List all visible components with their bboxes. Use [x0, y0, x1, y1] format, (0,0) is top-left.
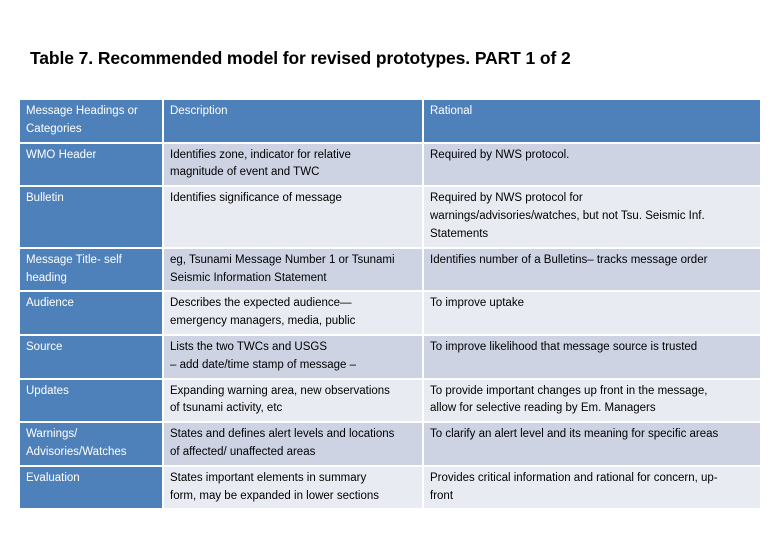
cell-description-line-2: Seismic Information Statement: [170, 271, 327, 284]
cell-rational: Provides critical information and ration…: [424, 466, 760, 509]
cell-rational-line-1: Provides critical information and ration…: [430, 471, 718, 484]
cell-rational: To clarify an alert level and its meanin…: [424, 423, 760, 465]
cell-category: Warnings/Advisories/Watches: [20, 423, 162, 465]
cell-description-line-2: form, may be expanded in lower sections: [170, 489, 380, 502]
cell-rational-line-3: Statements: [430, 227, 489, 240]
cell-description-line-2: of affected/ unaffected areas: [170, 446, 316, 458]
cell-rational-line-1: To improve likelihood that message sourc…: [430, 340, 698, 353]
cell-rational: To improve likelihood that message sourc…: [424, 335, 760, 378]
column-header-rational-line-1: Rational: [430, 105, 473, 117]
cell-category: Audience: [20, 292, 162, 334]
cell-rational-line-2: front: [430, 489, 454, 502]
cell-rational-line-1: To improve uptake: [430, 297, 524, 310]
cell-description-line-1: Identifies significance of message: [170, 192, 342, 205]
slide-canvas: Table 7. Recommended model for revised p…: [0, 0, 780, 540]
cell-description-line-1: Describes the expected audience—: [170, 297, 352, 310]
recommended-model-table-container: Message Headings or Categories Descripti…: [18, 98, 762, 510]
table-header: Message Headings or Categories Descripti…: [20, 100, 760, 142]
cell-rational-line-1: To clarify an alert level and its meanin…: [430, 428, 719, 441]
cell-rational-line-2: warnings/advisories/watches, but not Tsu…: [430, 210, 705, 223]
cell-rational: Identifies number of a Bulletins– tracks…: [424, 248, 760, 291]
table-row: Bulletin Identifies significance of messa…: [20, 187, 760, 247]
cell-rational: To provide important changes up front in…: [424, 379, 760, 422]
page-title: Table 7. Recommended model for revised p…: [30, 48, 571, 68]
cell-category: Updates: [20, 379, 162, 422]
cell-category: Bulletin: [20, 187, 162, 247]
cell-description: States important elements in summary form…: [164, 466, 422, 509]
cell-rational: Required by NWS protocol.: [424, 143, 760, 186]
cell-category: Evaluation: [20, 466, 162, 509]
cell-description-line-2: emergency managers, media, public: [170, 315, 356, 328]
cell-description-line-1: Expanding warning area, new observations: [170, 384, 390, 397]
cell-rational: To improve uptake: [424, 292, 760, 334]
cell-description: Identifies significance of message: [164, 187, 422, 247]
cell-category: Message Title- self heading: [20, 248, 162, 291]
table-row: Source Lists the two TWCs and USGS – add d…: [20, 335, 760, 378]
cell-category-line-1: Updates: [26, 384, 69, 397]
cell-rational-line-1: Required by NWS protocol for: [430, 192, 583, 205]
cell-rational-line-1: Identifies number of a Bulletins– tracks…: [430, 253, 708, 266]
cell-description-line-2: of tsunami activity, etc: [170, 402, 283, 415]
cell-category-line-2: Advisories/Watches: [26, 446, 127, 458]
table-row: WMO Header Identifies zone, indicator for…: [20, 143, 760, 186]
cell-description: Lists the two TWCs and USGS – add date/ti…: [164, 335, 422, 378]
cell-category-line-1: Source: [26, 340, 63, 353]
cell-category-line-1: Audience: [26, 297, 74, 310]
cell-description-line-2: – add date/time stamp of message –: [170, 358, 357, 371]
table-row: Updates Expanding warning area, new obser…: [20, 379, 760, 422]
column-header-description: Description: [164, 100, 422, 142]
cell-description: States and defines alert levels and loca…: [164, 423, 422, 465]
table-header-row: Message Headings or Categories Descripti…: [20, 100, 760, 142]
table-row: Evaluation States important elements in s…: [20, 466, 760, 509]
cell-description-line-1: Lists the two TWCs and USGS: [170, 340, 328, 353]
cell-category-line-1: Message Title- self: [26, 253, 122, 266]
cell-description-line-1: Identifies zone, indicator for relative: [170, 148, 351, 161]
cell-description-line-1: States and defines alert levels and loca…: [170, 428, 395, 441]
column-header-description-line-1: Description: [170, 105, 228, 117]
cell-rational-line-1: Required by NWS protocol.: [430, 148, 570, 161]
recommended-model-table: Message Headings or Categories Descripti…: [18, 98, 762, 510]
table-row: Message Title- self heading eg, Tsunami Me…: [20, 248, 760, 291]
table-body: WMO Header Identifies zone, indicator for…: [20, 143, 760, 509]
cell-description: eg, Tsunami Message Number 1 or Tsunami S…: [164, 248, 422, 291]
column-header-rational: Rational: [424, 100, 760, 142]
cell-description-line-2: magnitude of event and TWC: [170, 166, 320, 179]
column-header-category: Message Headings or Categories: [20, 100, 162, 142]
cell-category-line-1: Warnings/: [26, 428, 78, 441]
cell-category-line-1: Bulletin: [26, 192, 64, 205]
cell-category-line-1: Evaluation: [26, 471, 80, 484]
cell-description: Identifies zone, indicator for relative m…: [164, 143, 422, 186]
cell-category: Source: [20, 335, 162, 378]
cell-description: Describes the expected audience— emergenc…: [164, 292, 422, 334]
cell-category-line-2: heading: [26, 271, 67, 284]
cell-category: WMO Header: [20, 143, 162, 186]
cell-description: Expanding warning area, new observations…: [164, 379, 422, 422]
cell-rational-line-1: To provide important changes up front in…: [430, 384, 708, 397]
cell-description-line-1: eg, Tsunami Message Number 1 or Tsunami: [170, 253, 395, 266]
cell-description-line-1: States important elements in summary: [170, 471, 367, 484]
column-header-category-line-1: Message Headings or: [26, 105, 138, 117]
column-header-category-line-2: Categories: [26, 122, 82, 135]
table-row: Audience Describes the expected audience—…: [20, 292, 760, 334]
cell-rational-line-2: allow for selective reading by Em. Manag…: [430, 402, 656, 415]
cell-rational: Required by NWS protocol for warnings/adv…: [424, 187, 760, 247]
cell-category-line-1: WMO Header: [26, 148, 97, 161]
table-row: Warnings/Advisories/Watches States and de…: [20, 423, 760, 465]
